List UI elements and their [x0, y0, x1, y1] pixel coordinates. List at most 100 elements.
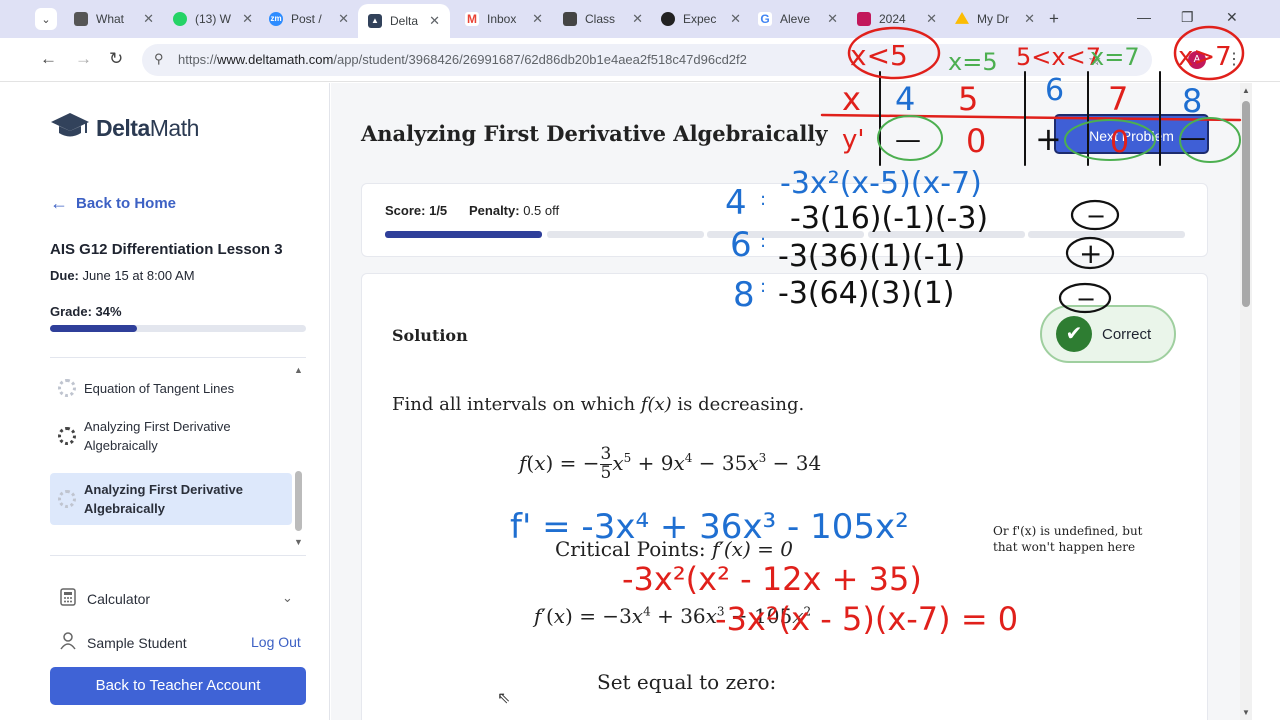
- restore-icon[interactable]: ❐: [1181, 9, 1194, 26]
- problem-item[interactable]: Analyzing First Derivative Algebraically: [50, 413, 292, 459]
- browser-tab[interactable]: zm Post / ✕: [269, 6, 349, 32]
- arrow-left-icon: ←: [50, 193, 68, 213]
- reload-icon[interactable]: ↻: [109, 49, 123, 69]
- browser-tab[interactable]: 2024 ✕: [857, 6, 937, 32]
- url-path: /app/student/3968426/26991687/62d86db20b…: [333, 52, 747, 67]
- profile-avatar[interactable]: A: [1188, 51, 1206, 69]
- next-problem-button[interactable]: Next Problem: [1054, 114, 1209, 154]
- grade-label: Grade:: [50, 304, 92, 319]
- close-window-icon[interactable]: ✕: [1226, 9, 1238, 26]
- derivative-equation: f′(x) = −3x4 + 36x3 − 105x2: [534, 604, 812, 628]
- penalty-value: 0.5 off: [523, 203, 560, 218]
- close-icon[interactable]: ✕: [532, 11, 543, 27]
- set-equal-text: Set equal to zero:: [597, 670, 777, 694]
- drive-icon: [955, 12, 969, 24]
- progress-circle-icon: [58, 379, 76, 397]
- browser-tab-active[interactable]: ▲ Delta ✕: [358, 4, 450, 38]
- divider: [50, 357, 306, 358]
- penalty: Penalty: 0.5 off: [469, 203, 559, 218]
- tab-label: Delta: [390, 14, 419, 28]
- close-icon[interactable]: ✕: [242, 11, 253, 27]
- calculator-label: Calculator: [87, 590, 151, 607]
- tab-label: My Dr: [977, 12, 1009, 26]
- checkmark-icon: ✔: [1056, 316, 1092, 352]
- url-text[interactable]: https://www.deltamath.com/app/student/39…: [178, 52, 747, 67]
- scrollbar-thumb[interactable]: [1242, 101, 1250, 307]
- solution-heading: Solution: [392, 326, 468, 345]
- score-label: Score:: [385, 203, 426, 218]
- close-icon[interactable]: ✕: [429, 13, 440, 29]
- close-icon[interactable]: ✕: [730, 11, 741, 27]
- scroll-down-icon[interactable]: ▼: [294, 537, 303, 547]
- scroll-up-icon[interactable]: ▲: [1242, 86, 1250, 95]
- back-to-home-link[interactable]: ← Back to Home: [50, 193, 176, 214]
- tab-search-button[interactable]: ⌄: [35, 8, 57, 30]
- problem-list-scrollbar[interactable]: ▲ ▼: [294, 365, 304, 547]
- gmail-icon: M: [465, 12, 479, 26]
- site-info-icon[interactable]: ⚲: [154, 51, 164, 67]
- browser-tab[interactable]: M Inbox ✕: [465, 6, 543, 32]
- chatgpt-icon: [661, 12, 675, 26]
- page-scrollbar[interactable]: ▲ ▼: [1240, 83, 1252, 720]
- grade-progress-bar: [50, 325, 306, 332]
- function-equation: f(x) = −3 5 x5 + 9x4 − 35x3 − 34: [519, 444, 822, 483]
- bookmark-star-icon[interactable]: ☆: [1088, 51, 1101, 69]
- grade: Grade: 34%: [50, 304, 122, 319]
- tab-label: (13) W: [195, 12, 231, 26]
- browser-tab[interactable]: (13) W ✕: [173, 6, 253, 32]
- user-name: Sample Student: [87, 634, 187, 651]
- more-menu-icon[interactable]: ⋮: [1226, 49, 1242, 69]
- browser-tab[interactable]: What ✕: [74, 6, 154, 32]
- problem-item-active[interactable]: Analyzing First Derivative Algebraically: [50, 473, 292, 525]
- back-arrow-icon[interactable]: ←: [40, 49, 57, 69]
- close-icon[interactable]: ✕: [827, 11, 838, 27]
- browser-tab-strip: ⌄ What ✕ (13) W ✕ zm Post / ✕ ▲ Delta ✕ …: [0, 0, 1280, 38]
- browser-tab[interactable]: Class ✕: [563, 6, 643, 32]
- browser-tab[interactable]: Expec ✕: [661, 6, 741, 32]
- browser-tab[interactable]: My Dr ✕: [955, 6, 1035, 32]
- sidebar: DeltaMath ← Back to Home AIS G12 Differe…: [28, 83, 330, 720]
- close-icon[interactable]: ✕: [632, 11, 643, 27]
- problem-progress-segment: [547, 231, 704, 238]
- chevron-down-icon[interactable]: ⌄: [282, 590, 293, 606]
- problem-progress-segment: [868, 231, 1025, 238]
- page-title: Analyzing First Derivative Algebraically: [361, 121, 828, 146]
- scroll-up-icon[interactable]: ▲: [294, 365, 303, 375]
- score-card: Score: 1/5 Penalty: 0.5 off: [361, 183, 1208, 257]
- logo-text: Math: [149, 114, 200, 141]
- google-icon: G: [758, 12, 772, 26]
- close-icon[interactable]: ✕: [338, 11, 349, 27]
- address-bar[interactable]: ⚲ https://www.deltamath.com/app/student/…: [142, 44, 1152, 76]
- problem-label: Analyzing First Derivative Algebraically: [84, 419, 231, 453]
- forward-arrow-icon[interactable]: →: [75, 49, 92, 69]
- tab-label: What: [96, 12, 125, 26]
- close-icon[interactable]: ✕: [143, 11, 154, 27]
- browser-tab[interactable]: G Aleve ✕: [758, 6, 838, 32]
- scroll-down-icon[interactable]: ▼: [1242, 708, 1250, 717]
- tab-favicon-icon: [74, 12, 88, 26]
- problem-item[interactable]: Equation of Tangent Lines: [50, 373, 292, 403]
- score-value: 1/5: [429, 203, 448, 218]
- tab-label: Expec: [683, 12, 717, 26]
- problem-label: Analyzing First Derivative Algebraically: [84, 482, 243, 516]
- close-icon[interactable]: ✕: [926, 11, 937, 27]
- deltamath-logo[interactable]: DeltaMath: [50, 111, 199, 145]
- new-tab-button[interactable]: +: [1049, 9, 1059, 29]
- close-icon[interactable]: ✕: [1024, 11, 1035, 27]
- tab-label: Post /: [291, 12, 322, 26]
- divider: [50, 555, 306, 556]
- progress-circle-icon: [58, 490, 76, 508]
- undefined-note: Or f'(x) is undefined, but that won't ha…: [993, 524, 1143, 554]
- calculator-toggle[interactable]: Calculator: [60, 588, 150, 609]
- question-function: f(x): [640, 394, 672, 415]
- calendar-icon: [857, 12, 871, 26]
- user-info: Sample Student: [60, 632, 187, 653]
- zoom-icon: zm: [269, 12, 283, 26]
- log-out-link[interactable]: Log Out: [251, 634, 301, 650]
- assignment-title: AIS G12 Differentiation Lesson 3: [50, 241, 283, 258]
- url-prefix: https://: [178, 52, 218, 67]
- scrollbar-thumb[interactable]: [295, 471, 302, 531]
- back-to-teacher-account-button[interactable]: Back to Teacher Account: [50, 667, 306, 705]
- minimize-icon[interactable]: —: [1137, 9, 1151, 25]
- due-label: Due:: [50, 268, 79, 283]
